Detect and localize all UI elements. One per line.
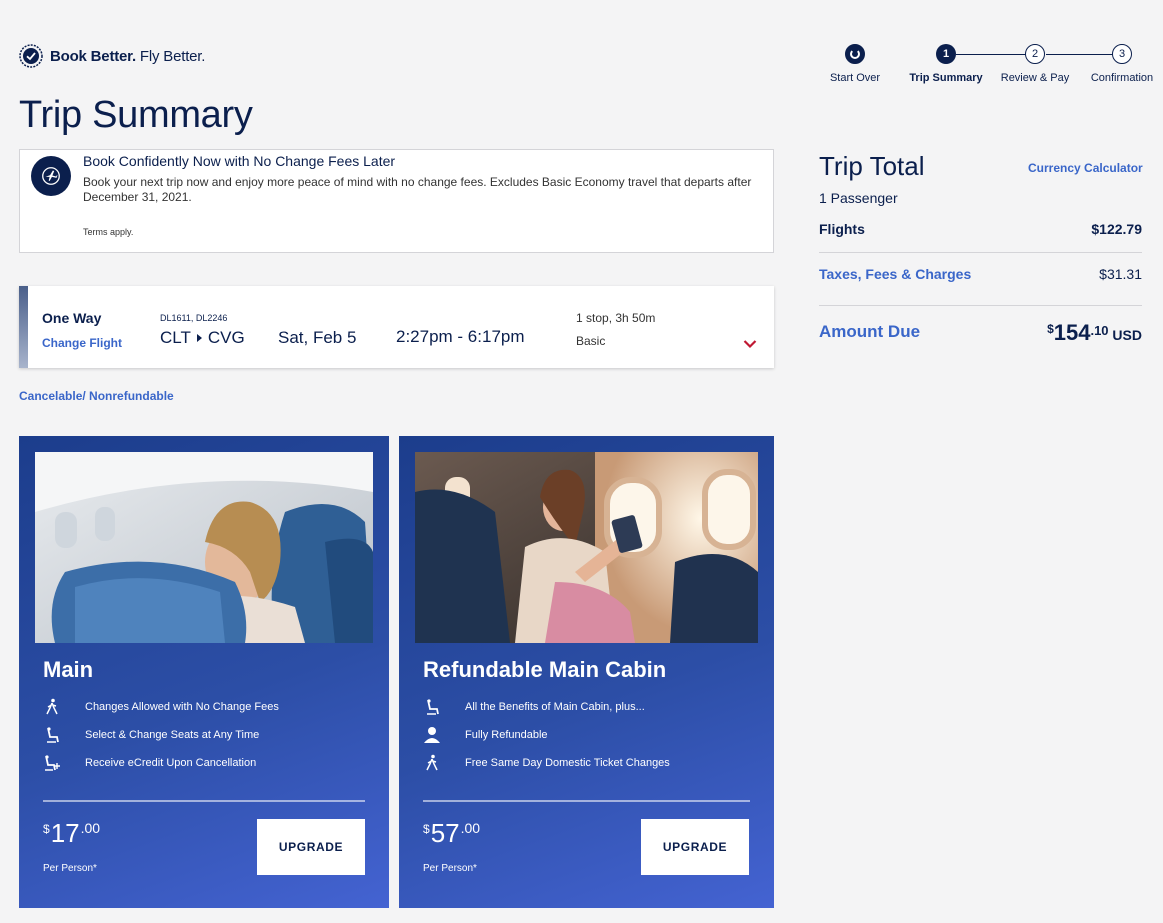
per-person-label: Per Person* (423, 863, 477, 874)
step-number: 2 (1025, 44, 1045, 64)
upsell-feature-text: Receive eCredit Upon Cancellation (85, 757, 257, 769)
start-over-icon (845, 44, 865, 64)
trip-type: One Way (42, 310, 102, 326)
person-icon (423, 726, 441, 744)
origin-airport: CLT (160, 328, 191, 347)
upsell-feature-text: All the Benefits of Main Cabin, plus... (465, 701, 645, 713)
upsell-feature-text: Fully Refundable (465, 729, 548, 741)
taxes-cost-row: Taxes, Fees & Charges $31.31 (819, 266, 1142, 282)
seat-icon (423, 698, 441, 716)
taxes-value: $31.31 (1099, 266, 1142, 282)
step-number: 1 (936, 44, 956, 64)
due-cents: .10 (1090, 323, 1109, 338)
upsell-divider (43, 800, 365, 802)
step-confirmation: 3 Confirmation (1086, 44, 1158, 84)
upsell-feature: Select & Change Seats at Any Time (43, 726, 259, 744)
cabin-photo (415, 452, 758, 643)
upsell-feature: Free Same Day Domestic Ticket Changes (423, 754, 670, 772)
upsell-feature: Fully Refundable (423, 726, 548, 744)
upsell-price: $ 17 .00 (43, 818, 100, 848)
notice-title: Book Confidently Now with No Change Fees… (83, 153, 396, 169)
upsell-title: Main (43, 657, 94, 682)
fare-rules-link[interactable]: Cancelable/ Nonrefundable (19, 389, 174, 403)
upsell-feature-text: Free Same Day Domestic Ticket Changes (465, 757, 670, 769)
upsell-card-refundable: Refundable Main Cabin All the Benefits o… (399, 436, 774, 908)
airplane-badge-icon (31, 156, 71, 196)
flight-times: 2:27pm - 6:17pm (396, 327, 525, 346)
trip-total-title: Trip Total (819, 151, 925, 181)
upsell-feature: All the Benefits of Main Cabin, plus... (423, 698, 645, 716)
page-title: Trip Summary (19, 94, 253, 136)
price-currency: $ (43, 822, 50, 836)
price-whole: 17 (50, 818, 80, 848)
step-label: Trip Summary (909, 72, 983, 84)
upgrade-refundable-button[interactable]: UPGRADE (641, 819, 749, 875)
price-cents: .00 (460, 820, 481, 836)
chevron-down-icon[interactable] (743, 339, 757, 349)
due-currency: $ (1047, 322, 1054, 336)
price-currency: $ (423, 822, 430, 836)
step-label: Review & Pay (1000, 72, 1070, 84)
brand-tagline: Book Better. Fly Better. (50, 47, 206, 65)
flights-label: Flights (819, 221, 865, 237)
flights-value: $122.79 (1091, 221, 1142, 237)
start-over-button[interactable]: Start Over (820, 44, 890, 84)
trip-total-divider (819, 305, 1142, 306)
flight-route: CLT CVG (160, 328, 245, 348)
passenger-count: 1 Passenger (819, 190, 898, 206)
walking-traveler-icon (423, 754, 441, 772)
booking-stepper: Start Over 1 Trip Summary 2 Review & Pay… (820, 44, 1160, 90)
seat-plus-icon (43, 754, 61, 772)
price-cents: .00 (80, 820, 101, 836)
route-arrow-icon (196, 334, 202, 342)
upsell-feature-text: Select & Change Seats at Any Time (85, 729, 260, 741)
due-whole: 154 (1053, 320, 1091, 345)
step-label: Confirmation (1090, 72, 1154, 84)
cabin-photo (35, 452, 373, 643)
flight-stops: 1 stop, 3h 50m (576, 311, 656, 325)
terms-link[interactable]: Terms apply. (83, 227, 133, 237)
upgrade-main-button[interactable]: UPGRADE (257, 819, 365, 875)
currency-calculator-link[interactable]: Currency Calculator (1028, 161, 1143, 175)
per-person-label: Per Person* (43, 863, 97, 874)
fare-class: Basic (576, 334, 606, 348)
flight-date: Sat, Feb 5 (278, 328, 357, 347)
start-over-label: Start Over (829, 72, 881, 84)
destination-airport: CVG (207, 328, 245, 347)
due-currency-code: USD (1108, 327, 1142, 343)
change-flight-link[interactable]: Change Flight (42, 336, 122, 350)
taxes-fees-link[interactable]: Taxes, Fees & Charges (819, 266, 971, 282)
upsell-card-main: Main Changes Allowed with No Change Fees… (19, 436, 389, 908)
upsell-divider (423, 800, 750, 802)
flight-accent-bar (19, 286, 28, 368)
seat-icon (43, 726, 61, 744)
check-seal-icon (19, 44, 43, 68)
walking-traveler-icon (43, 698, 61, 716)
price-whole: 57 (430, 818, 460, 848)
trip-total-divider (819, 252, 1142, 253)
flight-summary-row: One Way Change Flight DL1611, DL2246 CLT… (19, 286, 774, 368)
upsell-feature-text: Changes Allowed with No Change Fees (85, 701, 279, 713)
flights-cost-row: Flights $122.79 (819, 221, 1142, 237)
brand-header[interactable]: Book Better. Fly Better. (19, 44, 205, 68)
no-change-fees-notice: Book Confidently Now with No Change Fees… (19, 149, 774, 253)
amount-due-value: $154.10 USD (1044, 320, 1142, 346)
upsell-feature: Changes Allowed with No Change Fees (43, 698, 279, 716)
step-review-pay: 2 Review & Pay (1000, 44, 1070, 84)
upsell-price: $ 57 .00 (423, 818, 480, 848)
flight-numbers: DL1611, DL2246 (160, 313, 228, 323)
upsell-feature: Receive eCredit Upon Cancellation (43, 754, 256, 772)
notice-body: Book your next trip now and enjoy more p… (83, 175, 752, 204)
upsell-title: Refundable Main Cabin (423, 657, 667, 682)
amount-due-label: Amount Due (819, 322, 921, 341)
step-trip-summary: 1 Trip Summary (908, 44, 984, 84)
step-number: 3 (1112, 44, 1132, 64)
